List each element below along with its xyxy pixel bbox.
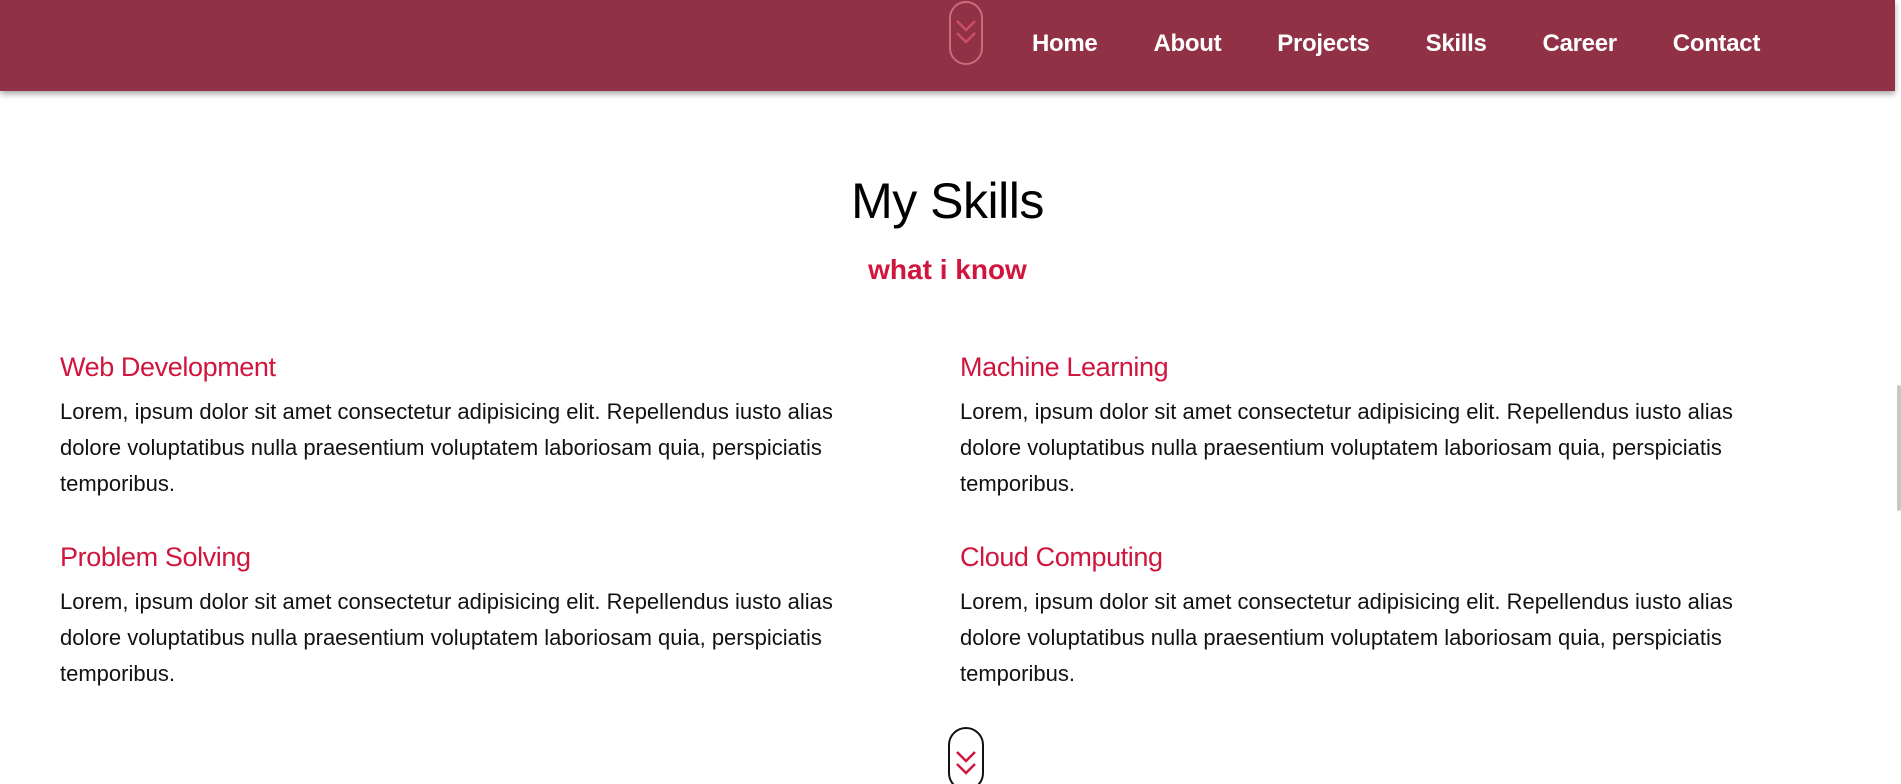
skill-card-machine-learning: Machine Learning Lorem, ipsum dolor sit … [960, 350, 1800, 502]
nav-link-home[interactable]: Home [1032, 30, 1098, 58]
skill-title: Web Development [60, 352, 276, 382]
nav-link-career[interactable]: Career [1543, 30, 1618, 58]
double-chevron-down-icon [956, 751, 976, 775]
section-subtitle: what i know [868, 254, 1027, 285]
skill-title: Machine Learning [960, 352, 1169, 382]
skill-card-cloud-computing: Cloud Computing Lorem, ipsum dolor sit a… [960, 540, 1800, 692]
nav-link-projects[interactable]: Projects [1277, 30, 1370, 58]
navbar: Home About Projects Skills Career Contac… [0, 0, 1895, 91]
scrollbar-thumb[interactable] [1897, 385, 1901, 511]
skills-page: Home About Projects Skills Career Contac… [0, 0, 1901, 784]
page-scrollbar[interactable] [1895, 0, 1901, 784]
skill-description: Lorem, ipsum dolor sit amet consectetur … [60, 399, 833, 496]
double-chevron-down-icon [956, 20, 976, 44]
nav-links: Home About Projects Skills Career Contac… [1000, 0, 1760, 89]
skill-description: Lorem, ipsum dolor sit amet consectetur … [960, 589, 1733, 686]
skill-description: Lorem, ipsum dolor sit amet consectetur … [960, 399, 1733, 496]
skill-title: Problem Solving [60, 542, 251, 572]
skill-card-web-development: Web Development Lorem, ipsum dolor sit a… [60, 350, 900, 502]
nav-link-skills[interactable]: Skills [1426, 30, 1487, 58]
skill-title: Cloud Computing [960, 542, 1163, 572]
section-title: My Skills [851, 173, 1044, 229]
scroll-down-button[interactable] [948, 727, 984, 784]
nav-link-contact[interactable]: Contact [1673, 30, 1761, 58]
nav-scroll-down-button[interactable] [949, 1, 983, 65]
skill-description: Lorem, ipsum dolor sit amet consectetur … [60, 589, 833, 686]
skill-card-problem-solving: Problem Solving Lorem, ipsum dolor sit a… [60, 540, 900, 692]
nav-link-about[interactable]: About [1153, 30, 1221, 58]
